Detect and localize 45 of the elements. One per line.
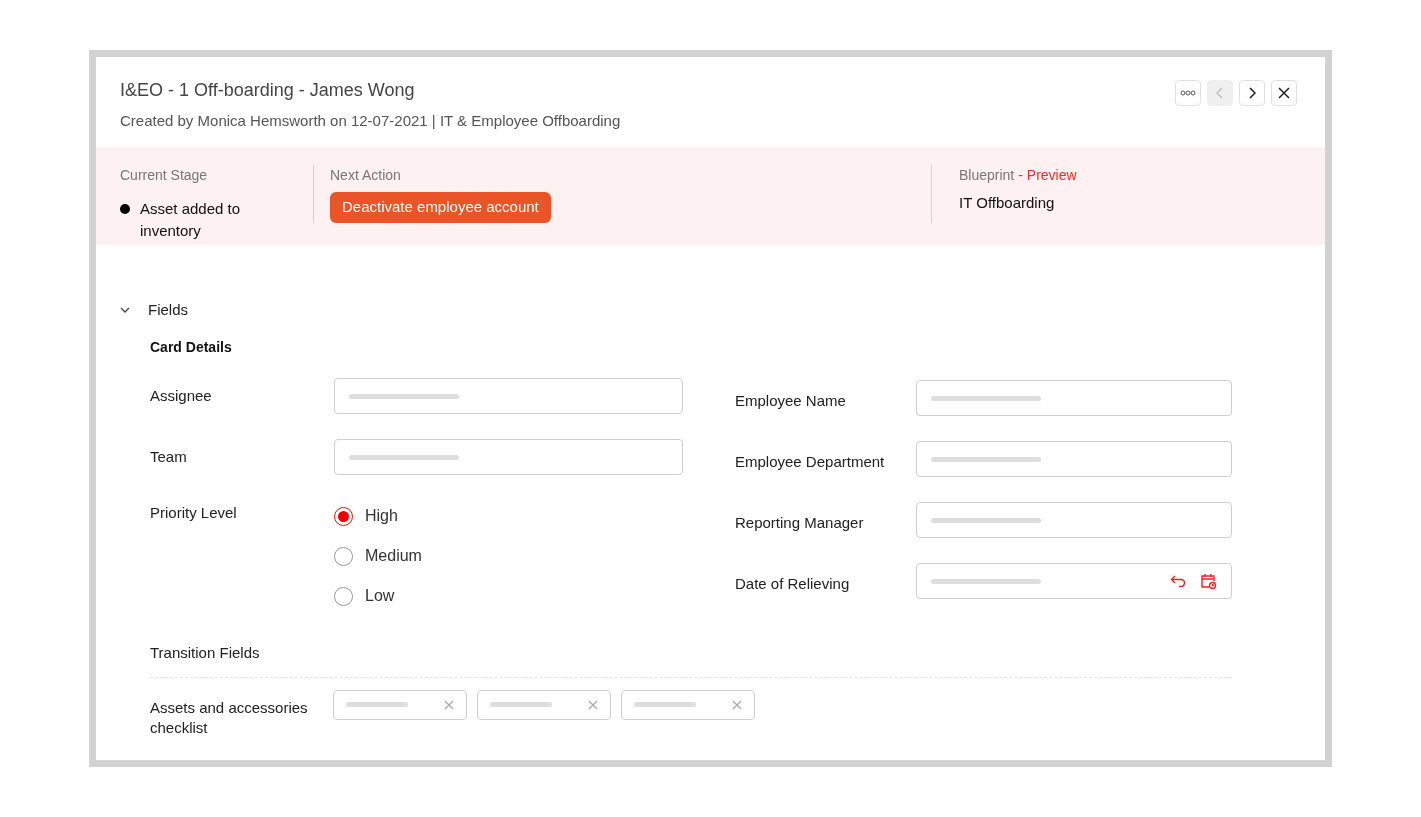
undo-icon[interactable] [1170, 574, 1186, 588]
stage-value: Asset added to inventory [140, 198, 242, 241]
radio-option[interactable]: Medium [334, 544, 422, 568]
radio-option[interactable]: Low [334, 584, 422, 608]
more-icon [1180, 90, 1196, 96]
next-button[interactable] [1239, 80, 1265, 106]
deactivate-button[interactable]: Deactivate employee account [330, 191, 551, 223]
page-subtitle: Created by Monica Hemsworth on 12-07-2021 | IT & Employee Offboarding [120, 111, 621, 131]
field-label: Employee Department [735, 451, 886, 472]
chevron-left-icon [1216, 87, 1224, 99]
input-field[interactable] [916, 502, 1232, 538]
field-label: Priority Level [150, 503, 238, 523]
field-label: Reporting Manager [735, 512, 865, 533]
next-action-label: Next Action [330, 165, 402, 185]
input-field[interactable] [916, 380, 1232, 416]
more-button[interactable] [1175, 80, 1201, 106]
section-subtitle: Transition Fields [150, 643, 261, 663]
field-label: Date of Relieving [735, 573, 851, 594]
input-field[interactable] [334, 439, 683, 475]
field-label: Assignee [150, 385, 213, 406]
close-icon [1278, 87, 1290, 99]
chip-field[interactable] [477, 689, 611, 720]
fields-toggle[interactable]: Fields [120, 298, 188, 321]
chevron-down-icon [120, 306, 130, 313]
input-field[interactable] [916, 441, 1232, 477]
close-icon[interactable] [444, 699, 454, 710]
chevron-right-icon [1248, 87, 1256, 99]
blueprint-value: IT Offboarding [959, 192, 1056, 213]
field-label: Employee Name [735, 390, 847, 411]
chip-field[interactable] [621, 689, 755, 720]
blueprint-label: Blueprint [959, 165, 1015, 185]
page-title: I&EO - 1 Off-boarding - James Wong [120, 79, 416, 102]
section-subtitle: Card Details [150, 338, 233, 357]
field-label: Team [150, 446, 188, 467]
close-icon[interactable] [732, 699, 742, 710]
stage-label: Current Stage [120, 165, 209, 185]
chip-field[interactable] [333, 689, 467, 720]
field-label: Assets and accessories checklist [150, 697, 309, 738]
preview-link[interactable]: - Preview [1018, 164, 1077, 186]
close-icon[interactable] [588, 699, 598, 710]
calendar-clock-icon[interactable] [1200, 572, 1217, 590]
input-field[interactable] [334, 378, 683, 414]
radio-option[interactable]: High [334, 504, 422, 528]
close-button[interactable] [1271, 80, 1297, 106]
date-field[interactable] [916, 563, 1232, 599]
